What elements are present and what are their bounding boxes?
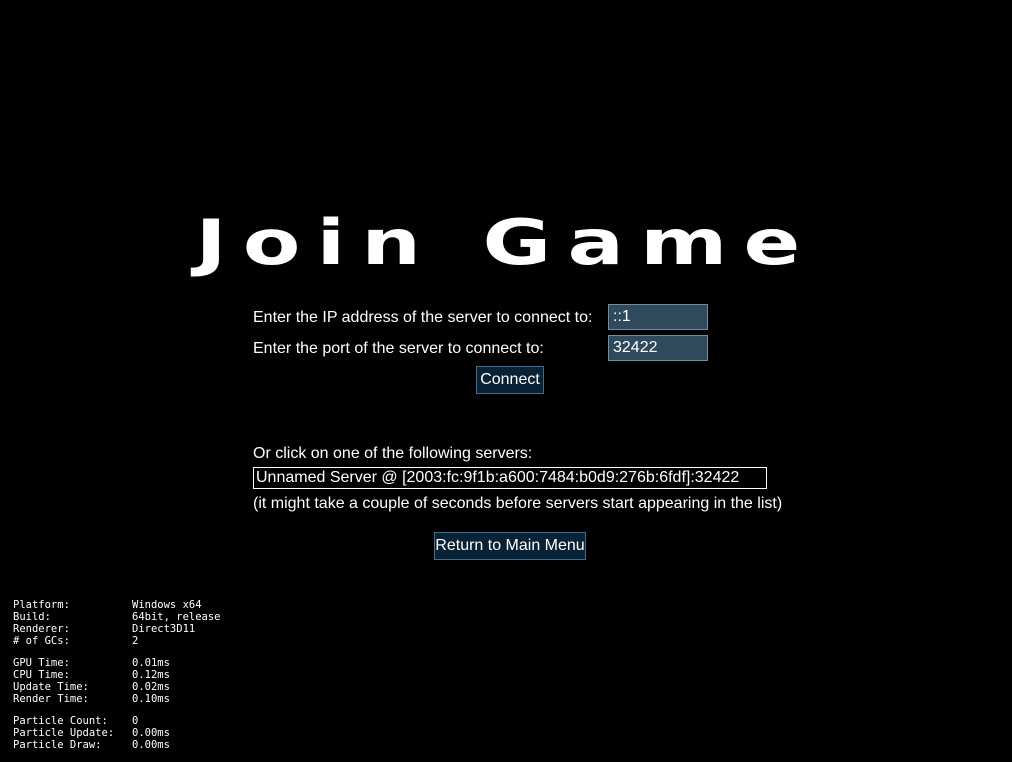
debug-value: 0.12ms — [132, 669, 170, 681]
debug-info-particle-group: Particle Count: 0 Particle Update: 0.00ms … — [13, 715, 170, 751]
debug-row: GPU Time: 0.01ms — [13, 657, 170, 669]
debug-value: 0.10ms — [132, 693, 170, 705]
connect-button[interactable]: Connect — [476, 366, 544, 394]
debug-key: Particle Draw: — [13, 739, 102, 751]
return-to-main-menu-button[interactable]: Return to Main Menu — [434, 532, 586, 560]
server-list-item[interactable]: Unnamed Server @ [2003:fc:9f1b:a600:7484… — [253, 467, 767, 489]
debug-value: 64bit, release — [132, 611, 221, 623]
debug-value: Direct3D11 — [132, 623, 196, 635]
ip-address-label: Enter the IP address of the server to co… — [253, 309, 593, 326]
port-label: Enter the port of the server to connect … — [253, 340, 544, 357]
debug-value: 0.01ms — [132, 657, 170, 669]
debug-row: Render Time: 0.10ms — [13, 693, 170, 705]
debug-row: Renderer: Direct3D11 — [13, 623, 221, 635]
debug-value: 0.02ms — [132, 681, 170, 693]
debug-key: Particle Update: — [13, 727, 115, 739]
debug-row: Particle Draw: 0.00ms — [13, 739, 170, 751]
debug-key: Platform: — [13, 599, 70, 611]
debug-value: 2 — [132, 635, 139, 647]
debug-key: Update Time: — [13, 681, 89, 693]
debug-row: Particle Update: 0.00ms — [13, 727, 170, 739]
debug-key: Build: — [13, 611, 51, 623]
debug-row: Platform: Windows x64 — [13, 599, 221, 611]
debug-info-timing-group: GPU Time: 0.01ms CPU Time: 0.12ms Update T… — [13, 657, 170, 705]
debug-key: Render Time: — [13, 693, 89, 705]
debug-value: 0.00ms — [132, 727, 170, 739]
server-list-hint: (it might take a couple of seconds befor… — [253, 495, 783, 512]
debug-row: Build: 64bit, release — [13, 611, 221, 623]
debug-value: Windows x64 — [132, 599, 202, 611]
debug-row: # of GCs: 2 — [13, 635, 221, 647]
debug-key: Renderer: — [13, 623, 70, 635]
debug-row: Update Time: 0.02ms — [13, 681, 170, 693]
server-list-heading: Or click on one of the following servers… — [253, 445, 533, 462]
debug-key: Particle Count: — [13, 715, 108, 727]
port-input[interactable] — [608, 335, 708, 361]
debug-key: # of GCs: — [13, 635, 70, 647]
debug-value: 0 — [132, 715, 139, 727]
debug-value: 0.00ms — [132, 739, 170, 751]
debug-info-platform-group: Platform: Windows x64 Build: 64bit, releas… — [13, 599, 221, 647]
debug-key: CPU Time: — [13, 669, 70, 681]
join-game-title: Join Game — [195, 206, 817, 279]
debug-row: CPU Time: 0.12ms — [13, 669, 170, 681]
ip-address-input[interactable] — [608, 304, 708, 330]
debug-key: GPU Time: — [13, 657, 70, 669]
debug-row: Particle Count: 0 — [13, 715, 170, 727]
